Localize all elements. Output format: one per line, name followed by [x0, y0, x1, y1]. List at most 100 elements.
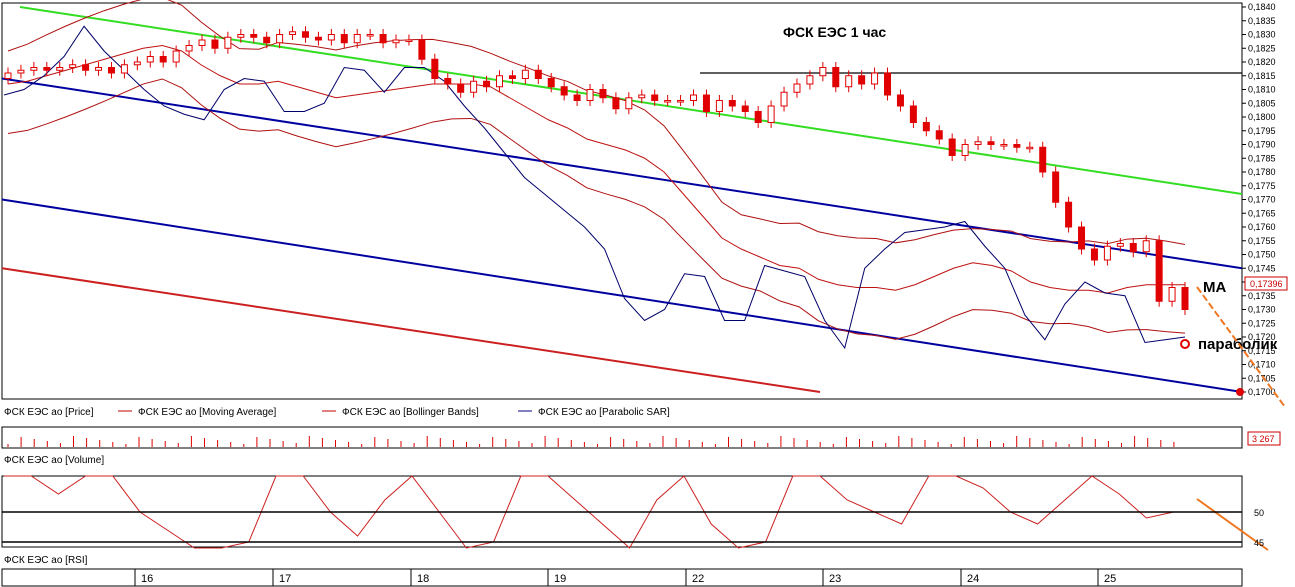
- candle-body: [444, 78, 452, 85]
- candle-body: [327, 34, 335, 41]
- candle-body: [107, 67, 115, 74]
- candle-body: [392, 39, 400, 44]
- candle-body: [1026, 146, 1034, 150]
- candle-body: [198, 39, 206, 46]
- y-tick-label: 0,1815: [1248, 71, 1276, 81]
- volume-legend: ФСК ЕЭС ао [Volume]: [4, 455, 104, 466]
- candle-body: [909, 105, 917, 123]
- candle-body: [1116, 243, 1124, 247]
- candle-body: [702, 94, 710, 112]
- candle-body: [521, 69, 529, 79]
- candle-body: [547, 78, 555, 88]
- legend-label: ФСК ЕЭС ао [Moving Average]: [138, 407, 276, 418]
- candle-body: [871, 72, 879, 85]
- price-candles: [4, 26, 1189, 315]
- date-label: 16: [141, 573, 153, 585]
- y-tick-label: 0,1795: [1248, 126, 1276, 136]
- date-label: 24: [967, 573, 979, 585]
- candle-body: [974, 141, 982, 145]
- candle-body: [82, 64, 90, 71]
- candle-body: [1103, 245, 1111, 261]
- candle-body: [1181, 287, 1189, 310]
- bollinger-upper: [7, 0, 1186, 245]
- y-tick-label: 0,1830: [1248, 30, 1276, 40]
- last-price-badge: 0,17396: [1250, 279, 1283, 289]
- candle-body: [793, 83, 801, 93]
- candle-body: [431, 58, 439, 79]
- date-axis: 16 17 18 19 22 23 24 25: [134, 569, 1116, 586]
- y-tick-label: 0,1810: [1248, 85, 1276, 95]
- candle-body: [250, 34, 258, 38]
- candle-body: [884, 72, 892, 96]
- y-tick-label: 0,1805: [1248, 98, 1276, 108]
- candle-body: [263, 36, 271, 44]
- candle-body: [95, 67, 103, 71]
- rsi-level-label: 45: [1254, 538, 1264, 548]
- y-tick-label: 0,1745: [1248, 263, 1276, 273]
- candle-body: [457, 83, 465, 93]
- candle-body: [405, 39, 413, 42]
- candle-body: [340, 34, 348, 44]
- candle-body: [780, 91, 788, 107]
- candle-body: [353, 34, 361, 44]
- rsi-level-label: 50: [1254, 508, 1264, 518]
- candle-body: [185, 45, 193, 52]
- y-tick-label: 0,1820: [1248, 57, 1276, 67]
- date-label: 19: [554, 573, 566, 585]
- volume-badge: 3 267: [1252, 434, 1275, 444]
- candle-body: [651, 94, 659, 101]
- y-tick-label: 0,1800: [1248, 112, 1276, 122]
- price-legend: ФСК ЕЭС ао [Price] ФСК ЕЭС ао [Moving Ave…: [4, 407, 670, 418]
- candle-body: [56, 67, 64, 71]
- sar-annotation: параболик: [1198, 336, 1278, 353]
- candle-body: [534, 69, 542, 79]
- candle-body: [754, 111, 762, 123]
- candle-body: [211, 39, 219, 49]
- candle-body: [1129, 243, 1137, 253]
- y-tick-label: 0,1735: [1248, 291, 1276, 301]
- candle-body: [677, 100, 685, 103]
- candle-body: [1142, 240, 1150, 253]
- end-point-marker: [1236, 388, 1244, 396]
- candle-body: [276, 34, 284, 44]
- candle-body: [237, 34, 245, 38]
- candle-body: [1078, 226, 1086, 250]
- candle-body: [43, 67, 51, 71]
- y-tick-label: 0,1840: [1248, 2, 1276, 12]
- candle-body: [715, 100, 723, 112]
- candle-body: [1090, 248, 1098, 261]
- candle-body: [314, 36, 322, 41]
- chart-canvas: 0,17000,17050,17100,17150,17200,17250,17…: [1, 0, 1288, 587]
- y-tick-label: 0,1770: [1248, 195, 1276, 205]
- candle-body: [767, 105, 775, 123]
- legend-label: ФСК ЕЭС ао [Price]: [4, 407, 94, 418]
- legend-label: ФСК ЕЭС ао [Bollinger Bands]: [342, 407, 479, 418]
- date-label: 23: [829, 573, 841, 585]
- candle-body: [120, 64, 128, 74]
- date-label: 17: [279, 573, 291, 585]
- candle-body: [935, 130, 943, 140]
- chart-title: ФСК ЕЭС 1 час: [783, 24, 886, 40]
- date-label: 22: [692, 573, 704, 585]
- candle-body: [1013, 144, 1021, 148]
- candle-body: [301, 31, 309, 38]
- candle-body: [573, 94, 581, 101]
- candle-body: [1052, 171, 1060, 203]
- candle-body: [961, 144, 969, 156]
- candle-body: [987, 141, 995, 145]
- candle-body: [832, 67, 840, 88]
- candle-body: [289, 31, 297, 35]
- candle-body: [30, 67, 38, 71]
- candle-body: [172, 50, 180, 63]
- y-tick-label: 0,1705: [1248, 373, 1276, 383]
- candle-body: [4, 72, 12, 79]
- y-tick-label: 0,1755: [1248, 236, 1276, 246]
- bollinger-lower: [7, 78, 1186, 340]
- candle-body: [470, 80, 478, 93]
- candle-body: [922, 122, 930, 132]
- candle-body: [1039, 146, 1047, 173]
- candle-body: [146, 56, 154, 63]
- candle-body: [560, 86, 568, 96]
- candle-body: [495, 75, 503, 88]
- candle-body: [366, 34, 374, 37]
